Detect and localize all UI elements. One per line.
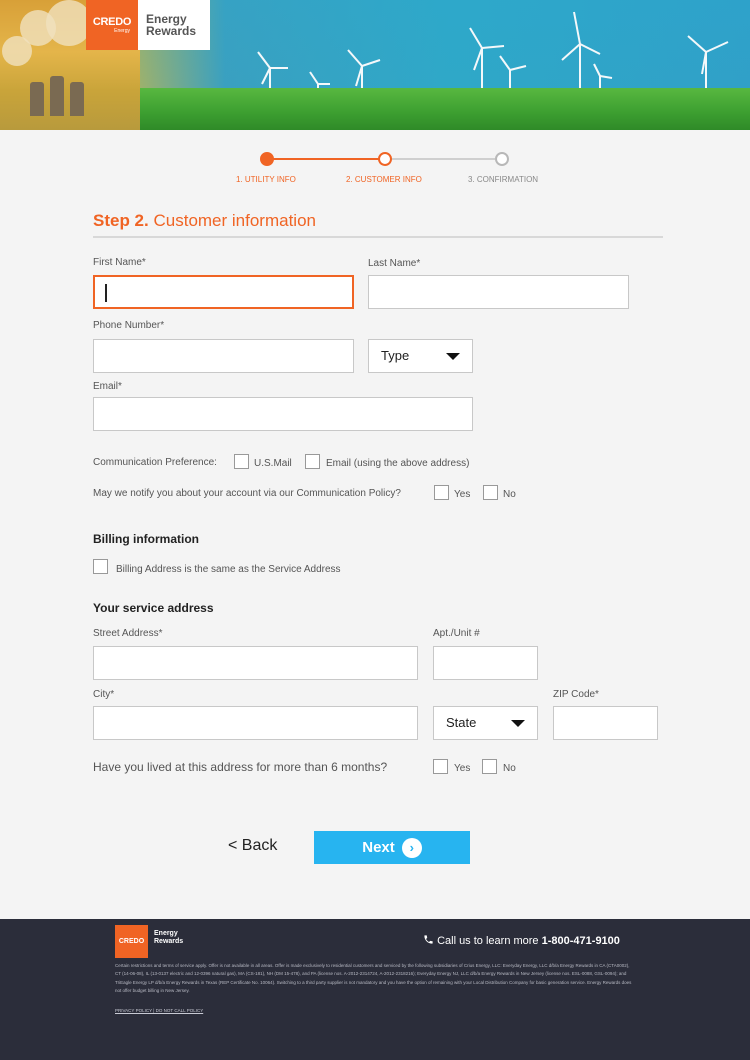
zip-label: ZIP Code* <box>553 689 599 700</box>
notify-yes-label: Yes <box>454 489 471 500</box>
step-1-label: 1. UTILITY INFO <box>236 175 296 184</box>
chevron-down-icon <box>511 720 525 727</box>
apt-label: Apt./Unit # <box>433 628 480 639</box>
first-name-label: First Name* <box>93 257 146 268</box>
city-field[interactable] <box>93 706 418 740</box>
lived-yes-checkbox[interactable] <box>433 759 448 774</box>
usmail-checkbox[interactable] <box>234 454 249 469</box>
phone-type-value: Type <box>381 348 410 363</box>
step-2-dot <box>378 152 392 166</box>
page-title-text: Customer information <box>153 211 316 230</box>
back-button[interactable]: < Back <box>228 837 277 855</box>
street-field[interactable] <box>93 646 418 680</box>
page-title-step: Step 2. <box>93 211 149 230</box>
notify-yes-checkbox[interactable] <box>434 485 449 500</box>
footer-phone-number: 1-800-471-9100 <box>541 935 620 947</box>
zip-field[interactable] <box>553 706 658 740</box>
step-3-label: 3. CONFIRMATION <box>468 175 539 184</box>
same-address-label: Billing Address is the same as the Servi… <box>116 564 341 575</box>
lived-yes-label: Yes <box>454 763 471 774</box>
phone-label: Phone Number* <box>93 320 165 331</box>
service-heading: Your service address <box>93 601 214 615</box>
lived-no-checkbox[interactable] <box>482 759 497 774</box>
step-1-dot <box>260 152 274 166</box>
title-divider <box>93 236 663 238</box>
call-prefix: Call us to learn more <box>437 935 539 947</box>
lived-question: Have you lived at this address for more … <box>93 760 388 774</box>
last-name-field[interactable] <box>368 275 629 309</box>
phone-field[interactable] <box>93 339 354 373</box>
cooling-tower <box>50 76 64 116</box>
notify-no-label: No <box>503 489 516 500</box>
email-pref-label: Email (using the above address) <box>326 458 470 469</box>
progress-steps: 1. UTILITY INFO 2. CUSTOMER INFO 3. CONF… <box>225 148 538 188</box>
email-pref-checkbox[interactable] <box>305 454 320 469</box>
footer-energy-rewards-logo: Energy Rewards <box>154 930 183 946</box>
step-connector-todo <box>391 158 495 160</box>
call-us-line[interactable]: Call us to learn more 1-800-471-9100 <box>423 934 620 947</box>
lived-no-label: No <box>503 763 516 774</box>
footer-credo-logo[interactable]: CREDO <box>115 925 148 958</box>
billing-heading: Billing information <box>93 532 199 546</box>
notify-question: May we notify you about your account via… <box>93 488 401 499</box>
text-caret <box>105 284 107 302</box>
usmail-label: U.S.Mail <box>254 458 292 469</box>
footer: CREDO Energy Rewards Call us to learn mo… <box>0 919 750 1060</box>
arrow-right-icon: › <box>401 837 422 858</box>
notify-no-checkbox[interactable] <box>483 485 498 500</box>
phone-type-select[interactable]: Type <box>368 339 473 373</box>
email-label: Email* <box>93 381 122 392</box>
footer-logo-word-2: Rewards <box>154 938 184 945</box>
step-3-dot <box>495 152 509 166</box>
footer-policy-links[interactable]: PRIVACY POLICY | DO NOT CALL POLICY <box>115 1008 203 1013</box>
state-select[interactable]: State <box>433 706 538 740</box>
step-connector-done <box>273 158 385 160</box>
footer-fine-print: Certain restrictions and terms of servic… <box>115 963 632 993</box>
first-name-field[interactable] <box>93 275 354 309</box>
same-address-checkbox[interactable] <box>93 559 108 574</box>
credo-logo[interactable]: CREDO Energy <box>86 0 138 50</box>
apt-field[interactable] <box>433 646 538 680</box>
next-button[interactable]: Next › <box>314 831 470 864</box>
phone-icon <box>424 935 433 944</box>
next-button-label: Next <box>362 839 395 856</box>
logo-text: CREDO <box>92 16 132 28</box>
logo-subtext: Energy <box>114 28 130 34</box>
page-title: Step 2. Customer information <box>93 211 316 231</box>
step-2-label: 2. CUSTOMER INFO <box>346 175 422 184</box>
energy-rewards-logo: Energy Rewards <box>138 0 210 50</box>
last-name-label: Last Name* <box>368 258 421 269</box>
header-banner: CREDO Energy Energy Rewards <box>0 0 750 130</box>
footer-logo-text: CREDO <box>118 938 145 945</box>
state-value: State <box>446 715 477 730</box>
comm-pref-label: Communication Preference: <box>93 457 217 468</box>
cooling-tower <box>30 82 44 116</box>
logo-word-2: Rewards <box>146 24 197 38</box>
email-field[interactable] <box>93 397 473 431</box>
city-label: City* <box>93 689 115 700</box>
footer-logo-word-1: Energy <box>154 930 178 937</box>
smoke-cloud <box>2 36 32 66</box>
street-label: Street Address* <box>93 628 163 639</box>
chevron-down-icon <box>446 353 460 360</box>
cooling-tower <box>70 82 84 116</box>
